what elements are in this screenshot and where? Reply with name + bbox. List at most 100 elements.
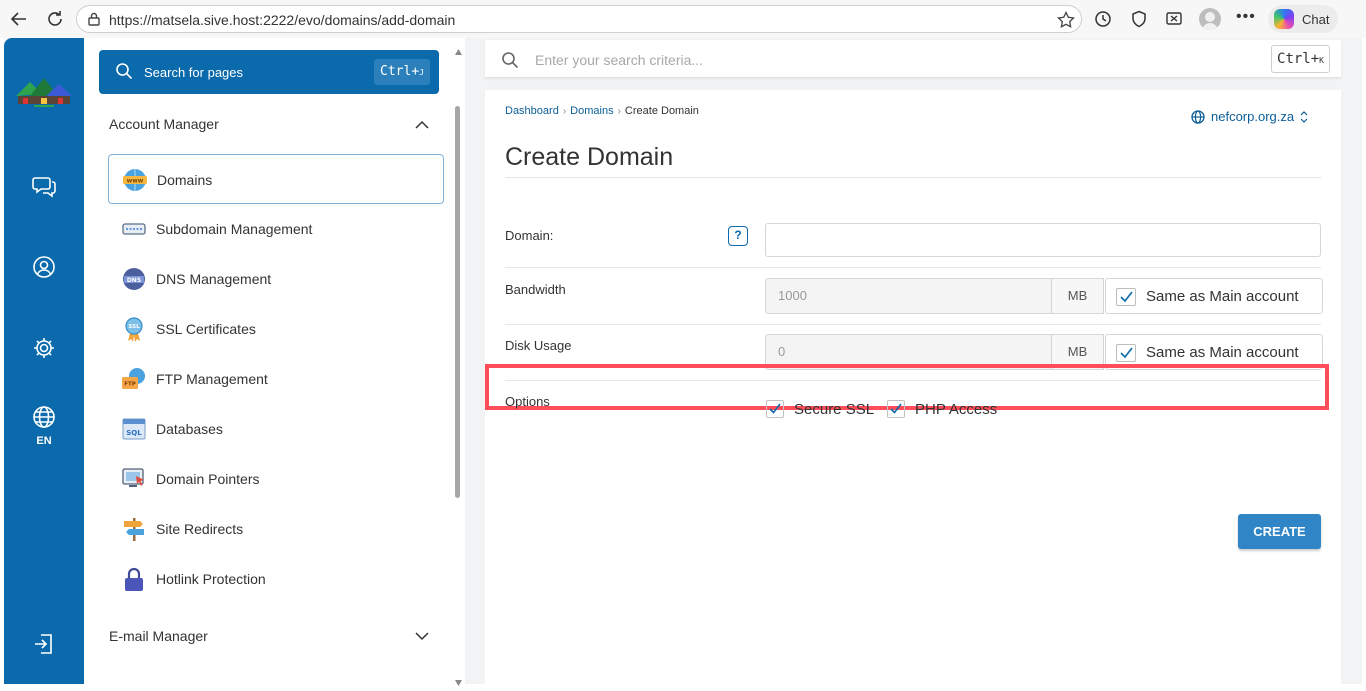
sidebar-item-label: SSL Certificates bbox=[156, 321, 256, 337]
svg-text:SSL: SSL bbox=[128, 324, 140, 330]
reload-icon[interactable] bbox=[44, 8, 66, 30]
bandwidth-label: Bandwidth bbox=[505, 282, 566, 297]
domain-input[interactable] bbox=[765, 223, 1321, 257]
divider bbox=[505, 267, 1321, 268]
chevron-down-icon[interactable] bbox=[414, 628, 430, 644]
sidebar-item-databases[interactable]: SQL Databases bbox=[108, 404, 444, 454]
lock-icon[interactable] bbox=[87, 12, 101, 31]
chevron-right-icon: › bbox=[617, 105, 621, 117]
chat-button[interactable]: Chat bbox=[1268, 5, 1338, 33]
breadcrumb-domains[interactable]: Domains bbox=[570, 105, 613, 117]
screenshot-icon[interactable] bbox=[1164, 9, 1184, 29]
domain-label: Domain: bbox=[505, 228, 554, 243]
sidebar-item-hotlink-protection[interactable]: Hotlink Protection bbox=[108, 554, 444, 604]
checkbox-checked-icon[interactable] bbox=[1116, 344, 1136, 362]
sidebar-item-label: Domains bbox=[157, 172, 213, 188]
checkbox-checked-icon[interactable] bbox=[766, 400, 784, 418]
svg-text:FTP: FTP bbox=[124, 382, 136, 388]
svg-text:www: www bbox=[127, 178, 144, 185]
browser-toolbar: https://matsela.sive.host:2222/evo/domai… bbox=[0, 0, 1366, 38]
ftp-folder-icon: FTP bbox=[121, 366, 147, 392]
secure-ssl-label: Secure SSL bbox=[794, 400, 875, 418]
star-icon[interactable] bbox=[1057, 10, 1075, 34]
svg-text:SQL: SQL bbox=[126, 429, 142, 437]
language-label[interactable]: EN bbox=[32, 435, 56, 447]
sidebar-item-label: Databases bbox=[156, 421, 223, 437]
search-shortcut: Ctrl+J bbox=[374, 59, 430, 85]
svg-text:DNS: DNS bbox=[127, 277, 141, 284]
bandwidth-same-checkbox[interactable]: Same as Main account bbox=[1105, 278, 1323, 314]
user-icon[interactable] bbox=[32, 255, 56, 279]
scroll-down-arrow[interactable] bbox=[455, 673, 462, 686]
create-domain-card: Dashboard › Domains › Create Domain nefc… bbox=[485, 90, 1341, 684]
breadcrumb-current: Create Domain bbox=[624, 105, 699, 117]
messages-icon[interactable] bbox=[32, 174, 56, 198]
more-icon[interactable]: ••• bbox=[1236, 8, 1256, 26]
sidebar: Search for pages Ctrl+J Account Manager … bbox=[84, 38, 465, 684]
options-label: Options bbox=[505, 394, 550, 409]
profile-icon[interactable] bbox=[1199, 8, 1221, 30]
url-text: https://matsela.sive.host:2222/evo/domai… bbox=[109, 12, 456, 28]
secure-ssl-checkbox[interactable]: Secure SSL bbox=[766, 400, 874, 418]
sidebar-item-ssl-certificates[interactable]: SSL SSL Certificates bbox=[108, 304, 444, 354]
sidebar-item-label: Site Redirects bbox=[156, 521, 244, 537]
sidebar-item-ftp-management[interactable]: FTP FTP Management bbox=[108, 354, 444, 404]
icon-rail: EN bbox=[4, 38, 84, 684]
settings-icon[interactable] bbox=[32, 336, 56, 360]
app-page: EN Search for pages Ctrl+J Account Manag… bbox=[4, 38, 1362, 686]
chevron-right-icon: › bbox=[562, 105, 567, 117]
brand-logo[interactable] bbox=[12, 72, 76, 112]
sort-chevron-icon bbox=[1300, 110, 1308, 123]
sidebar-item-domains[interactable]: www Domains bbox=[108, 154, 444, 204]
global-search[interactable]: Enter your search criteria... Ctrl+K bbox=[485, 40, 1341, 78]
bandwidth-input[interactable]: 1000 bbox=[765, 278, 1052, 314]
padlock-icon bbox=[121, 566, 147, 592]
bandwidth-same-label: Same as Main account bbox=[1146, 288, 1299, 305]
scroll-up-arrow[interactable] bbox=[455, 42, 462, 55]
monitor-pointer-icon bbox=[121, 466, 147, 492]
bandwidth-unit: MB bbox=[1051, 278, 1104, 314]
php-access-label: PHP Access bbox=[915, 400, 998, 418]
subdomain-icon bbox=[121, 216, 147, 242]
sidebar-item-dns-management[interactable]: DNS DNS Management bbox=[108, 254, 444, 304]
dns-icon: DNS bbox=[121, 266, 147, 292]
chevron-up-icon[interactable] bbox=[414, 117, 430, 133]
email-manager-heading[interactable]: E-mail Manager bbox=[109, 628, 208, 644]
checkbox-checked-icon[interactable] bbox=[887, 400, 905, 418]
search-input[interactable]: Enter your search criteria... bbox=[535, 52, 703, 68]
page-title: Create Domain bbox=[505, 143, 674, 171]
search-pages-label: Search for pages bbox=[144, 65, 244, 80]
globe-icon[interactable] bbox=[32, 405, 56, 429]
create-button[interactable]: CREATE bbox=[1238, 514, 1321, 549]
copilot-icon bbox=[1274, 9, 1294, 29]
disk-usage-label: Disk Usage bbox=[505, 338, 572, 353]
sidebar-item-label: DNS Management bbox=[156, 271, 272, 287]
search-icon bbox=[501, 51, 519, 74]
disk-usage-same-label: Same as Main account bbox=[1146, 344, 1299, 361]
shield-icon[interactable] bbox=[1129, 9, 1149, 29]
back-icon[interactable] bbox=[8, 8, 30, 30]
ssl-badge-icon: SSL bbox=[121, 316, 147, 342]
breadcrumb-dashboard[interactable]: Dashboard bbox=[505, 105, 559, 117]
history-icon[interactable] bbox=[1093, 9, 1113, 29]
search-pages-button[interactable]: Search for pages Ctrl+J bbox=[99, 50, 439, 94]
signpost-icon bbox=[121, 516, 147, 542]
search-shortcut: Ctrl+K bbox=[1271, 45, 1330, 73]
sidebar-scrollbar[interactable] bbox=[455, 106, 460, 498]
checkbox-checked-icon[interactable] bbox=[1116, 288, 1136, 306]
help-icon[interactable]: ? bbox=[728, 226, 748, 246]
sidebar-item-subdomain-management[interactable]: Subdomain Management bbox=[108, 204, 444, 254]
divider bbox=[505, 177, 1321, 178]
globe-icon bbox=[1191, 109, 1205, 124]
divider bbox=[505, 324, 1321, 325]
sql-database-icon: SQL bbox=[121, 416, 147, 442]
sidebar-item-site-redirects[interactable]: Site Redirects bbox=[108, 504, 444, 554]
logout-icon[interactable] bbox=[32, 632, 56, 656]
domain-switcher[interactable]: nefcorp.org.za bbox=[1191, 109, 1308, 124]
php-access-checkbox[interactable]: PHP Access bbox=[887, 400, 997, 418]
sidebar-item-label: Subdomain Management bbox=[156, 221, 313, 237]
account-manager-heading[interactable]: Account Manager bbox=[109, 116, 219, 132]
sidebar-item-domain-pointers[interactable]: Domain Pointers bbox=[108, 454, 444, 504]
address-bar[interactable]: https://matsela.sive.host:2222/evo/domai… bbox=[76, 5, 1082, 33]
sidebar-item-label: Hotlink Protection bbox=[156, 571, 266, 587]
